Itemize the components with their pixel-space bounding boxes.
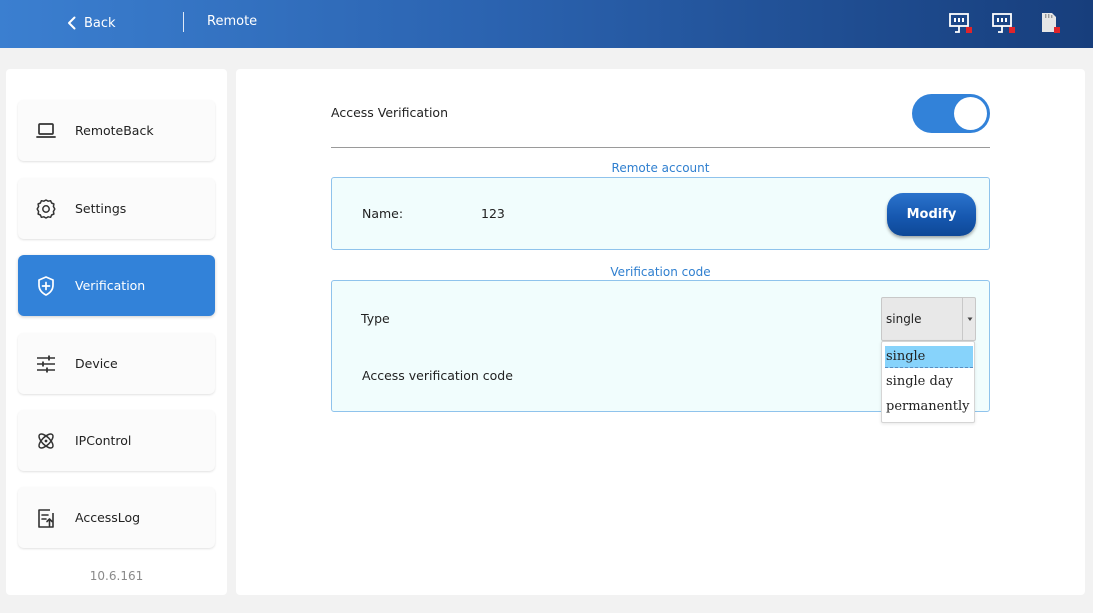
sidebar-item-label: IPControl (75, 433, 132, 448)
sidebar-item-label: Device (75, 356, 118, 371)
type-label: Type (361, 311, 390, 326)
access-verification-code-label: Access verification code (362, 368, 513, 383)
type-dropdown-list: single single day permanently (881, 341, 975, 423)
verification-code-title: Verification code (610, 265, 711, 279)
type-select-value: single (886, 312, 922, 326)
caret-down-icon (967, 317, 973, 321)
toggle-knob (954, 97, 987, 130)
type-option-permanently[interactable]: permanently (885, 396, 973, 418)
access-verification-toggle[interactable] (912, 94, 990, 133)
sidebar-item-label: RemoteBack (75, 123, 154, 138)
remote-account-panel: Name: 123 Modify (331, 177, 990, 250)
top-bar: Back Remote (0, 0, 1093, 48)
sliders-icon (37, 355, 55, 373)
name-label: Name: (362, 206, 404, 221)
sidebar-item-remoteback[interactable]: RemoteBack (18, 100, 215, 161)
sidebar: RemoteBack Settings Verification Device … (6, 69, 227, 595)
back-button[interactable]: Back (66, 13, 116, 33)
network-port-disconnected-icon (949, 13, 972, 33)
chevron-left-icon (68, 16, 76, 30)
network-port-disconnected-icon (992, 13, 1015, 33)
sidebar-item-label: Settings (75, 201, 127, 216)
header-divider (183, 12, 184, 32)
name-value: 123 (481, 206, 505, 221)
divider (331, 147, 990, 148)
log-upload-icon (38, 509, 54, 528)
sidebar-item-settings[interactable]: Settings (18, 178, 215, 239)
sidebar-item-label: AccessLog (75, 510, 141, 525)
sidebar-item-accesslog[interactable]: AccessLog (18, 487, 215, 548)
sd-card-missing-icon (1042, 13, 1060, 33)
type-select[interactable]: single (881, 297, 976, 341)
main-content: Access Verification Remote account Name:… (236, 69, 1085, 595)
sidebar-item-device[interactable]: Device (18, 333, 215, 394)
sidebar-item-verification[interactable]: Verification (18, 255, 215, 316)
back-label: Back (84, 15, 116, 31)
remote-account-title: Remote account (611, 161, 710, 175)
access-verification-label: Access Verification (331, 105, 448, 120)
sidebar-item-ipcontrol[interactable]: IPControl (18, 410, 215, 471)
atom-icon (38, 433, 54, 449)
select-divider (962, 298, 963, 340)
modify-button[interactable]: Modify (887, 193, 976, 236)
page-title: Remote (207, 14, 258, 29)
gear-icon (36, 199, 56, 219)
type-option-single-day[interactable]: single day (885, 371, 973, 393)
version-label: 10.6.161 (89, 569, 144, 583)
shield-plus-icon (38, 276, 54, 296)
laptop-icon (36, 123, 56, 138)
type-option-single[interactable]: single (885, 346, 973, 368)
sidebar-item-label: Verification (75, 278, 146, 293)
